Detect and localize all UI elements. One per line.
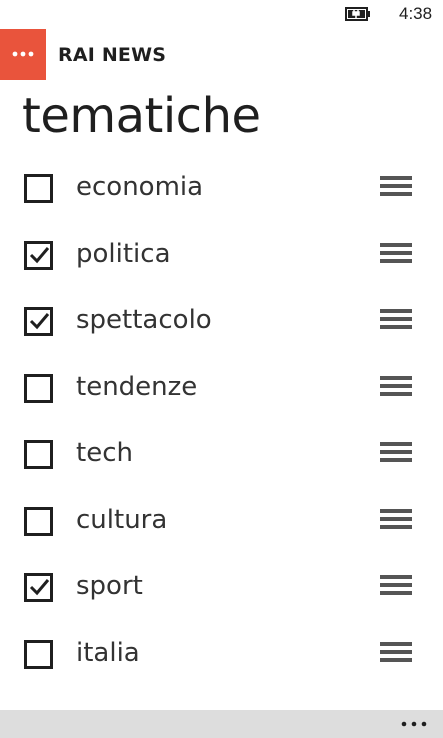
topic-row-economia[interactable]: economia: [0, 155, 443, 222]
drag-handle-icon[interactable]: [380, 176, 412, 200]
drag-handle-icon[interactable]: [380, 508, 412, 533]
drag-handle-icon[interactable]: [380, 242, 412, 267]
topic-row-tech[interactable]: tech: [0, 421, 443, 488]
topic-checkbox[interactable]: [24, 506, 53, 536]
drag-handle-icon[interactable]: [380, 375, 412, 400]
topic-checkbox[interactable]: [24, 373, 53, 403]
topic-label: cultura: [76, 504, 168, 535]
topic-checkbox[interactable]: [24, 573, 53, 602]
battery-charging-icon: [345, 7, 370, 21]
topic-checkbox[interactable]: [24, 639, 53, 669]
topic-row-tendenze[interactable]: tendenze: [0, 355, 443, 422]
drag-handle-icon[interactable]: [380, 442, 412, 466]
drag-handle-icon[interactable]: [380, 641, 412, 666]
topic-row-sport[interactable]: sport: [0, 554, 443, 621]
topic-list: economia politica spettacolo tendenze te…: [0, 155, 443, 687]
topic-label: sport: [76, 571, 143, 601]
page-title: tematiche: [22, 88, 261, 144]
topic-row-italia[interactable]: italia: [0, 621, 443, 688]
app-title: RAI NEWS: [58, 44, 167, 66]
drag-handle-icon[interactable]: [380, 575, 412, 599]
status-bar: 4:38: [0, 0, 443, 30]
drag-handle-icon[interactable]: [380, 309, 412, 333]
clock: 4:38: [399, 4, 433, 23]
menu-button[interactable]: [0, 29, 46, 80]
topic-checkbox[interactable]: [24, 307, 53, 336]
topic-checkbox[interactable]: [24, 174, 53, 203]
topic-row-politica[interactable]: politica: [0, 222, 443, 289]
more-dots-icon: [12, 51, 34, 57]
topic-row-cultura[interactable]: cultura: [0, 488, 443, 555]
topic-label: spettacolo: [76, 305, 212, 335]
topic-label: politica: [76, 238, 171, 269]
topic-label: italia: [76, 637, 140, 668]
topic-label: tendenze: [76, 371, 198, 402]
topic-label: tech: [76, 438, 133, 468]
topic-checkbox[interactable]: [24, 440, 53, 469]
app-bar: [0, 710, 443, 738]
topic-row-spettacolo[interactable]: spettacolo: [0, 288, 443, 355]
topic-label: economia: [76, 172, 204, 202]
checkmark-icon: [29, 246, 50, 263]
checkmark-icon: [29, 313, 50, 330]
ellipsis-icon[interactable]: [399, 717, 429, 731]
topic-checkbox[interactable]: [24, 240, 53, 270]
checkmark-icon: [29, 579, 50, 596]
